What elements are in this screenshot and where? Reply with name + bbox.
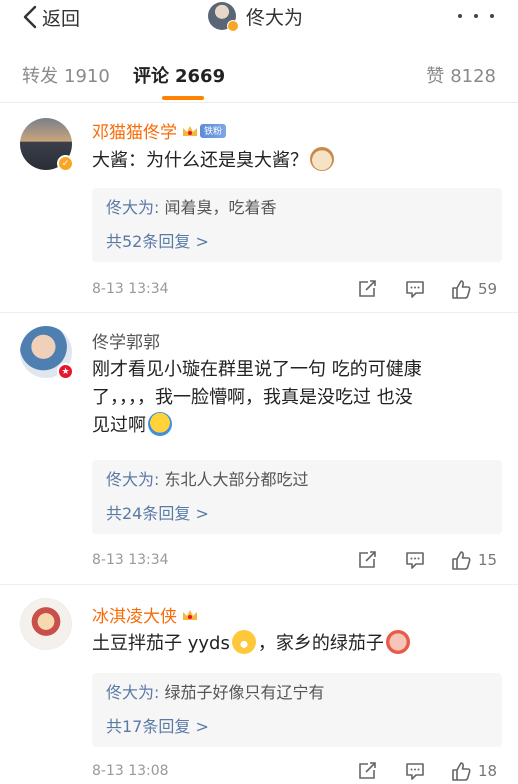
share-icon[interactable] [356,760,378,782]
reply-icon[interactable] [404,760,426,782]
reply-line: 佟大为: 东北人大部分都吃过 [106,466,488,494]
comment-text-line: 了，，，，我一脸懵啊，我真是没吃过 也没 [92,387,413,408]
comment-text: 大酱：为什么还是臭大酱？ [92,147,502,175]
view-replies-link[interactable]: 共24条回复 > [106,500,488,528]
reply-text: 绿茄子好像只有辽宁有 [164,683,325,702]
reply-preview[interactable]: 佟大为: 绿茄子好像只有辽宁有 共17条回复 > [92,673,502,747]
comment-text-line: 刚才看见小璇在群里说了一句 吃的可健康 [92,359,422,380]
share-icon[interactable] [356,549,378,571]
verified-badge-icon [227,20,239,32]
avatar[interactable]: ★ [20,326,74,380]
username-text: 邓猫猫佟学 [92,123,177,143]
back-button[interactable]: 返回 [22,4,80,30]
crown-icon [181,123,199,139]
like-icon[interactable] [450,760,472,782]
reply-preview[interactable]: 佟大为: 东北人大部分都吃过 共24条回复 > [92,460,502,534]
reply-author[interactable]: 佟大为: [106,683,159,702]
crown-icon [181,607,199,623]
comment-text-content: ，家乡的绿茄子 [257,633,384,654]
comment-username[interactable]: 冰淇凌大侠 [92,602,199,627]
comment-text: 刚才看见小璇在群里说了一句 吃的可健康 了，，，，我一脸懵啊，我真是没吃过 也没… [92,356,502,440]
like-icon[interactable] [450,278,472,300]
comment-time: 8-13 13:08 [92,763,169,779]
reply-preview[interactable]: 佟大为: 闻着臭，吃着香 共52条回复 > [92,188,502,262]
comment-text: 土豆拌茄子 yyds ，家乡的绿茄子 [92,630,502,658]
angry-emoji-icon [385,630,410,654]
view-replies-link[interactable]: 共17条回复 > [106,713,488,741]
comment-text-line: 见过啊 [92,412,502,440]
username-text: 佟学郭郭 [92,333,160,353]
page-title-group[interactable]: 佟大为 [208,2,304,32]
tab-repost-label: 转发 [22,66,58,87]
avatar [208,2,239,32]
like-count: 59 [478,280,498,298]
divider [0,312,518,313]
comment-text-content: 大酱：为什么还是臭大酱？ [92,150,308,171]
shrug-emoji-icon [148,412,172,436]
reply-author[interactable]: 佟大为: [106,470,159,489]
view-replies-link[interactable]: 共52条回复 > [106,228,488,256]
divider [0,584,518,585]
verified-badge-icon: ✓ [57,155,74,172]
reply-text: 东北人大部分都吃过 [164,470,309,489]
tab-bar: 转发 1910 评论 2669 赞 8128 [0,52,518,100]
tab-comment-count: 2669 [175,66,226,87]
tab-like[interactable]: 赞 8128 [426,62,496,88]
reply-icon[interactable] [404,278,426,300]
fan-badge: 铁粉 [200,123,227,138]
tab-comment-label: 评论 [133,66,169,87]
page-title: 佟大为 [246,6,304,29]
avatar[interactable]: ✓ [20,118,74,172]
avatar[interactable] [20,598,72,650]
comment-text-content: 土豆拌茄子 yyds [92,633,230,654]
back-label: 返回 [42,7,81,30]
tab-like-label: 赞 [426,66,445,87]
divider [0,102,518,103]
comment-meta: 8-13 13:34 15 [92,549,502,573]
cat-emoji-icon [310,147,334,171]
reply-author[interactable]: 佟大为: [106,198,159,217]
like-count: 15 [478,551,498,569]
tab-like-count: 8128 [450,66,496,87]
username-text: 冰淇凌大侠 [92,607,177,627]
comment-username[interactable]: 邓猫猫佟学 铁粉 [92,118,227,143]
like-icon[interactable] [450,549,472,571]
share-icon[interactable] [356,278,378,300]
like-count: 18 [478,762,498,780]
comment-time: 8-13 13:34 [92,552,169,568]
more-options-icon[interactable] [458,8,494,24]
comment-username[interactable]: 佟学郭郭 [92,328,160,353]
comment-time: 8-13 13:34 [92,281,169,297]
comment-meta: 8-13 13:34 59 [92,278,502,302]
tab-repost[interactable]: 转发 1910 [22,62,110,88]
active-tab-indicator [162,96,204,100]
grin-emoji-icon [231,630,256,654]
reply-line: 佟大为: 闻着臭，吃着香 [106,194,488,222]
reply-line: 佟大为: 绿茄子好像只有辽宁有 [106,679,488,707]
comment-meta: 8-13 13:08 18 [92,760,502,784]
top-bar: 返回 佟大为 [0,0,518,40]
reply-text: 闻着臭，吃着香 [164,198,277,217]
reply-icon[interactable] [404,549,426,571]
tab-repost-count: 1910 [64,66,110,87]
member-badge-icon: ★ [57,363,74,380]
comment-text-content: 见过啊 [92,415,146,436]
chevron-left-icon [23,5,37,29]
